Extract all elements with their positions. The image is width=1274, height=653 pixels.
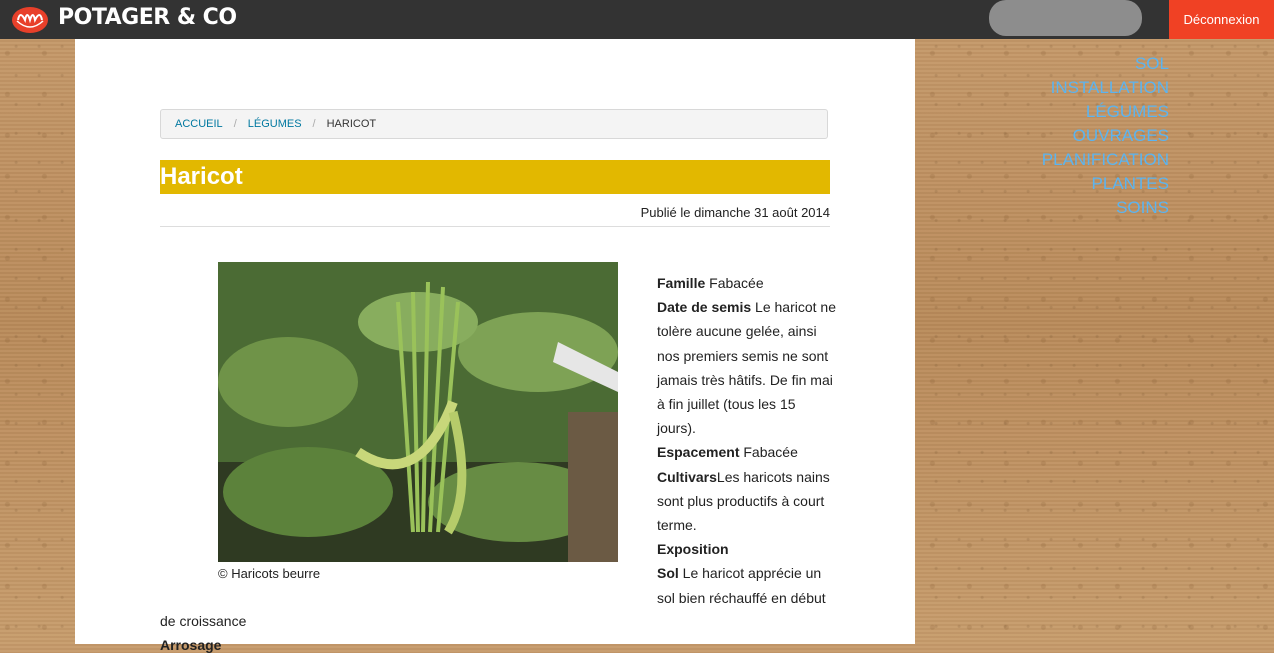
info-sol: Sol Le haricot apprécie un sol bien réch… bbox=[657, 561, 837, 609]
info-espacement: Espacement Fabacée bbox=[657, 440, 837, 464]
espacement-value: Fabacée bbox=[739, 444, 798, 461]
photo-caption: © Haricots beurre bbox=[218, 566, 321, 581]
breadcrumb-current: HARICOT bbox=[326, 118, 377, 130]
espacement-label: Espacement bbox=[657, 444, 740, 461]
sol-value: Le haricot apprécie un sol bien réchauff… bbox=[657, 565, 826, 606]
info-famille: Famille Fabacée bbox=[657, 271, 837, 295]
search-input[interactable] bbox=[989, 0, 1142, 36]
main-content: ACCUEIL / LÉGUMES / HARICOT Haricot Publ… bbox=[75, 39, 915, 653]
side-navigation: SOL INSTALLATION LÉGUMES OUVRAGES PLANIF… bbox=[1042, 52, 1169, 220]
info-exposition: Exposition bbox=[657, 537, 837, 561]
nav-sol[interactable]: SOL bbox=[1042, 52, 1169, 76]
publish-date: Publié le dimanche 31 août 2014 bbox=[640, 205, 830, 220]
info-semis: Date de semis Le haricot ne tolère aucun… bbox=[657, 295, 837, 440]
logout-button[interactable]: Déconnexion bbox=[1169, 0, 1274, 39]
breadcrumb-home[interactable]: ACCUEIL bbox=[175, 118, 223, 130]
famille-label: Famille bbox=[657, 275, 706, 291]
nav-plantes[interactable]: PLANTES bbox=[1042, 172, 1169, 196]
sol-label: Sol bbox=[657, 565, 679, 582]
nav-legumes[interactable]: LÉGUMES bbox=[1042, 100, 1169, 124]
divider bbox=[160, 226, 830, 227]
top-bar: POTAGER & CO Déconnexion bbox=[0, 0, 1274, 39]
bean-plant-photo bbox=[218, 262, 618, 562]
brand-name[interactable]: POTAGER & CO bbox=[58, 5, 237, 31]
nav-soins[interactable]: SOINS bbox=[1042, 196, 1169, 220]
page-title: Haricot bbox=[160, 160, 830, 194]
nav-installation[interactable]: INSTALLATION bbox=[1042, 76, 1169, 100]
breadcrumb: ACCUEIL / LÉGUMES / HARICOT bbox=[160, 109, 828, 139]
semis-value: Le haricot ne tolère aucune gelée, ainsi… bbox=[657, 299, 837, 437]
info-cultivars: CultivarsLes haricots nains sont plus pr… bbox=[657, 465, 837, 538]
breadcrumb-separator: / bbox=[312, 118, 316, 130]
semis-label: Date de semis bbox=[657, 299, 752, 316]
nav-ouvrages[interactable]: OUVRAGES bbox=[1042, 124, 1169, 148]
text-continuation: de croissance bbox=[160, 613, 247, 629]
tomato-logo-icon[interactable] bbox=[11, 4, 49, 34]
section-heading-arrosage: Arrosage bbox=[160, 637, 222, 653]
breadcrumb-legumes[interactable]: LÉGUMES bbox=[248, 118, 302, 130]
cultivars-label: Cultivars bbox=[657, 468, 717, 485]
plant-info: Famille Fabacée Date de semis Le haricot… bbox=[657, 271, 837, 610]
nav-planification[interactable]: PLANIFICATION bbox=[1042, 148, 1169, 172]
exposition-label: Exposition bbox=[657, 541, 729, 558]
famille-value: Fabacée bbox=[705, 275, 764, 291]
breadcrumb-separator: / bbox=[233, 118, 237, 130]
